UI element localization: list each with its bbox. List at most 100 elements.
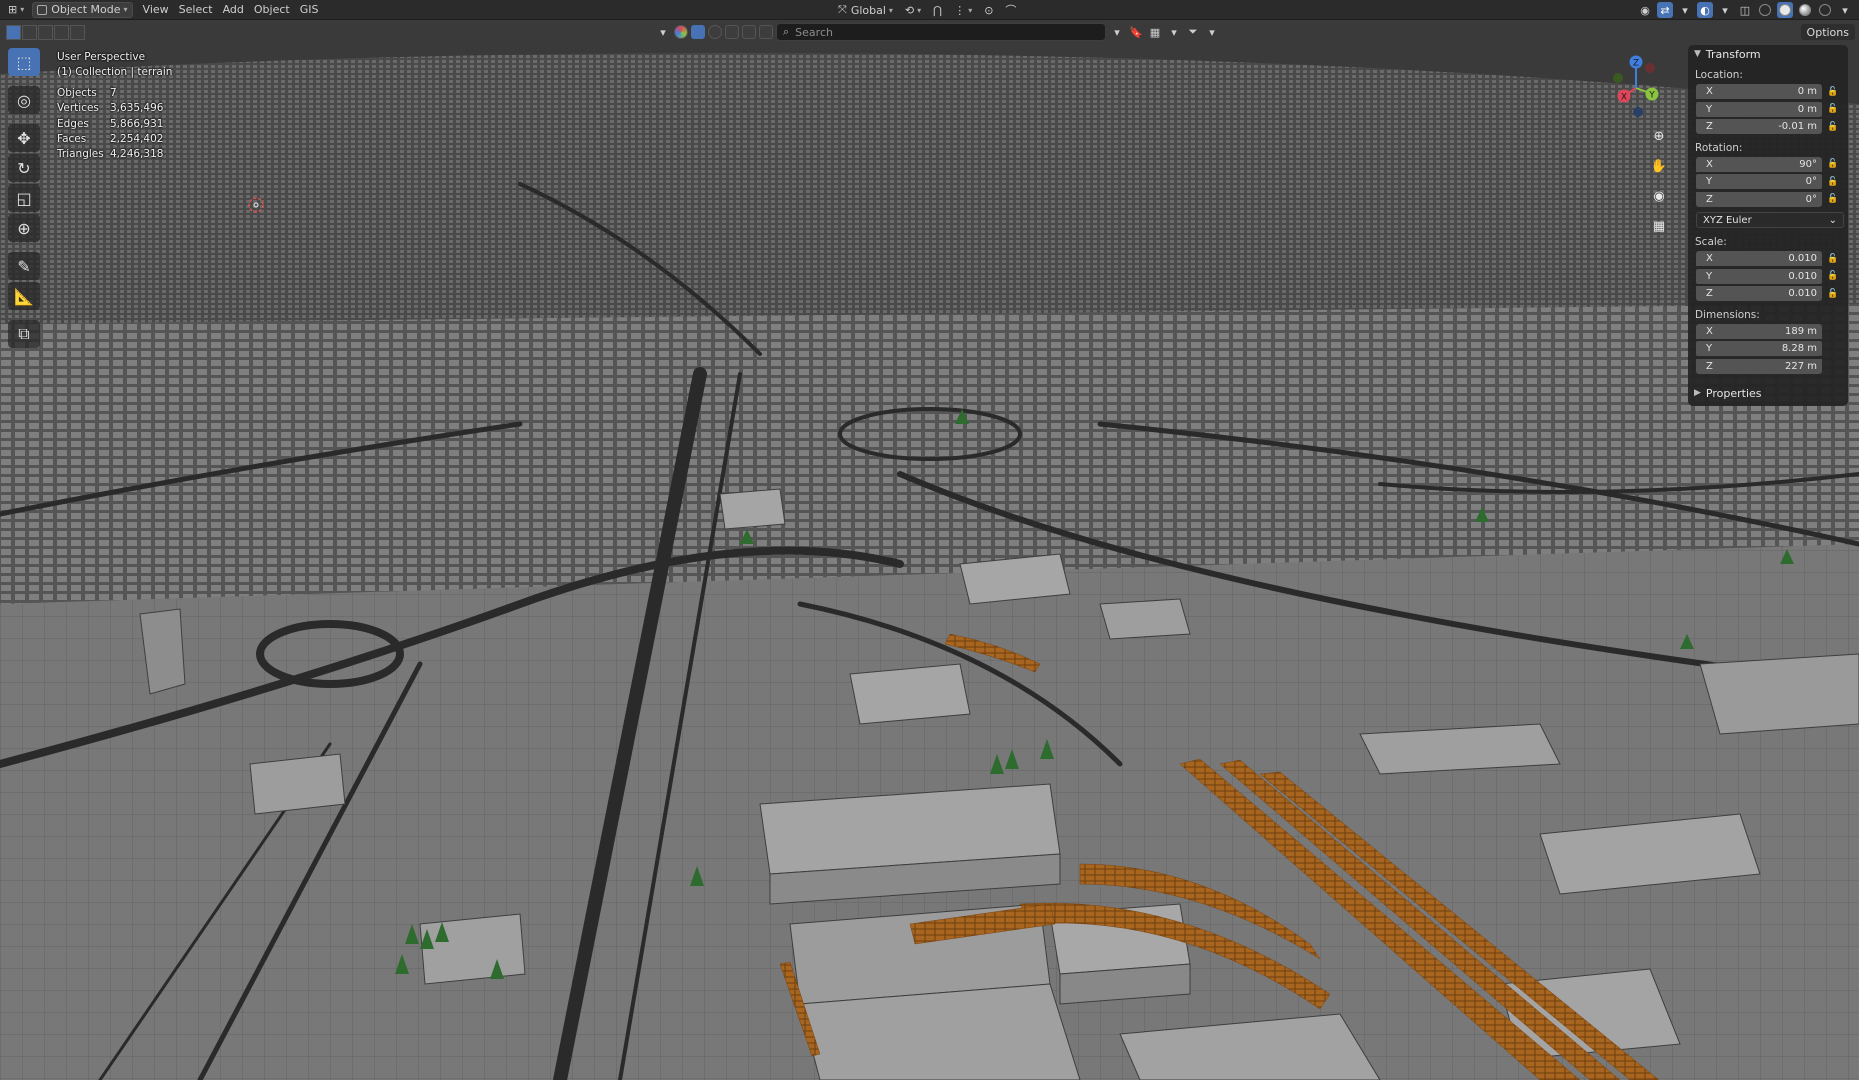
- snap-toggle[interactable]: ⋂: [929, 2, 946, 18]
- rotation-y-field[interactable]: Y 0°: [1696, 174, 1822, 190]
- gizmo-toggle-icon[interactable]: ⇄: [1657, 2, 1673, 18]
- select-subtract-mode-button[interactable]: [38, 24, 53, 40]
- menu-object[interactable]: Object: [254, 3, 290, 16]
- axis-label: X: [1706, 325, 1713, 337]
- gizmo-y-label: Y: [1648, 91, 1655, 101]
- scale-x-field[interactable]: X 0.010: [1696, 251, 1822, 267]
- select-new-mode-button[interactable]: [6, 24, 21, 40]
- rotate-icon: ↻: [17, 158, 31, 178]
- chevron-down-icon[interactable]: ▾: [1837, 2, 1853, 18]
- scale-label: Scale:: [1695, 236, 1727, 248]
- lock-icon[interactable]: 🔓: [1826, 87, 1840, 97]
- perspective-grid-icon[interactable]: ▦: [1648, 216, 1670, 236]
- falloff-dropdown[interactable]: ⌒: [1001, 2, 1020, 18]
- menu-view[interactable]: View: [143, 3, 169, 16]
- camera-filter-icon[interactable]: [759, 25, 773, 39]
- location-y-field[interactable]: Y 0 m: [1696, 101, 1822, 117]
- rotation-x-field[interactable]: X 90°: [1696, 156, 1822, 172]
- scale-tool[interactable]: ◱: [8, 184, 40, 212]
- rotation-z-row: Z 0° 🔓: [1688, 191, 1848, 209]
- menu-gis[interactable]: GIS: [300, 3, 319, 16]
- solid-shading-icon[interactable]: [1777, 2, 1793, 18]
- dimensions-z-field[interactable]: Z 227 m: [1696, 358, 1822, 374]
- orientation-label: Global: [850, 3, 886, 17]
- mode-dropdown[interactable]: Object Mode ▾: [32, 1, 133, 18]
- chevron-down-icon[interactable]: ▾: [1204, 24, 1220, 40]
- stat-value: 4,246,318: [110, 148, 164, 161]
- add-cube-tool[interactable]: ⧉: [8, 320, 40, 348]
- menu-select[interactable]: Select: [179, 3, 213, 16]
- options-button[interactable]: Options: [1800, 24, 1855, 40]
- rotation-mode-dropdown[interactable]: XYZ Euler ⌄: [1696, 212, 1844, 228]
- lock-icon[interactable]: 🔓: [1826, 254, 1840, 264]
- lock-icon[interactable]: 🔓: [1826, 104, 1840, 114]
- dimensions-y-field[interactable]: Y 8.28 m: [1696, 341, 1822, 357]
- select-invert-mode-button[interactable]: [54, 24, 69, 40]
- chevron-down-icon[interactable]: ▾: [1717, 2, 1733, 18]
- curve-filter-icon[interactable]: [725, 25, 739, 39]
- snap-target-dropdown[interactable]: ⋮ ▾: [950, 2, 976, 18]
- select-box-tool[interactable]: ⬚: [8, 48, 40, 76]
- object-filter-icon[interactable]: [691, 25, 705, 39]
- viewport-search-field[interactable]: ⌕ Search: [776, 23, 1106, 41]
- bookmark-icon[interactable]: 🔖: [1128, 24, 1144, 40]
- mesh-filter-icon[interactable]: [708, 25, 722, 39]
- pivot-point-dropdown[interactable]: ⟲ ▾: [901, 2, 925, 18]
- pivot-icon: ⟲: [904, 3, 915, 17]
- lock-icon[interactable]: 🔓: [1826, 159, 1840, 169]
- display-mode-icon[interactable]: ▦: [1147, 24, 1163, 40]
- pan-hand-icon[interactable]: ✋: [1648, 156, 1670, 176]
- xray-toggle-icon[interactable]: ◫: [1737, 2, 1753, 18]
- field-value: 0.010: [1788, 288, 1817, 300]
- light-filter-icon[interactable]: [742, 25, 756, 39]
- overlays-toggle-icon[interactable]: ◐: [1697, 2, 1713, 18]
- zoom-icon[interactable]: ⊕: [1648, 126, 1670, 146]
- select-extend-mode-button[interactable]: [22, 24, 37, 40]
- scale-z-field[interactable]: Z 0.010: [1696, 286, 1822, 302]
- transform-section-header[interactable]: ▼ Transform: [1688, 45, 1848, 63]
- move-tool[interactable]: ✥: [8, 124, 40, 152]
- measure-tool[interactable]: 📐: [8, 282, 40, 310]
- navigation-gizmo[interactable]: X Y Z: [1600, 52, 1672, 124]
- lock-icon[interactable]: 🔓: [1826, 194, 1840, 204]
- transform-orientation-dropdown[interactable]: ⤧ Global ▾: [834, 2, 897, 18]
- field-value: 0 m: [1797, 103, 1817, 115]
- editor-type-button[interactable]: ⊞ ▾: [4, 2, 28, 18]
- menu-add[interactable]: Add: [223, 3, 244, 16]
- lock-icon[interactable]: 🔓: [1826, 177, 1840, 187]
- 3d-viewport[interactable]: [0, 44, 1859, 1080]
- annotate-tool[interactable]: ✎: [8, 252, 40, 280]
- dimensions-x-row: X 189 m: [1688, 323, 1848, 341]
- chevron-down-icon[interactable]: ▾: [1109, 24, 1125, 40]
- visibility-icon[interactable]: ◉: [1637, 2, 1653, 18]
- chevron-down-icon: ▾: [917, 5, 922, 15]
- chevron-down-icon: ▾: [20, 5, 25, 14]
- wireframe-shading-icon[interactable]: [1757, 2, 1773, 18]
- scale-y-field[interactable]: Y 0.010: [1696, 268, 1822, 284]
- header-right-tools: ◉ ⇄ ▾ ◐ ▾ ◫ ▾: [1637, 2, 1853, 18]
- rendered-shading-icon[interactable]: [1817, 2, 1833, 18]
- rotate-tool[interactable]: ↻: [8, 154, 40, 182]
- chevron-down-icon[interactable]: ▾: [655, 24, 671, 40]
- location-z-field[interactable]: Z -0.01 m: [1696, 119, 1822, 135]
- properties-section-header[interactable]: ▶ Properties: [1688, 384, 1848, 402]
- cursor-tool[interactable]: ◎: [8, 86, 40, 114]
- location-x-field[interactable]: X 0 m: [1696, 84, 1822, 100]
- filter-icon[interactable]: ⏷: [1185, 24, 1201, 40]
- lock-icon[interactable]: 🔓: [1826, 271, 1840, 281]
- proportional-editing-toggle[interactable]: ⊙: [980, 2, 997, 18]
- transform-tool[interactable]: ⊕: [8, 214, 40, 242]
- lock-icon[interactable]: 🔓: [1826, 289, 1840, 299]
- select-intersect-mode-button[interactable]: [70, 24, 85, 40]
- rotation-z-field[interactable]: Z 0°: [1696, 191, 1822, 207]
- material-shading-icon[interactable]: [1797, 2, 1813, 18]
- chevron-down-icon[interactable]: ▾: [1166, 24, 1182, 40]
- dimensions-x-field[interactable]: X 189 m: [1696, 323, 1822, 339]
- field-value: 0.010: [1788, 270, 1817, 282]
- chevron-down-icon[interactable]: ▾: [1677, 2, 1693, 18]
- camera-view-icon[interactable]: ◉: [1648, 186, 1670, 206]
- collection-label: (1) Collection | terrain: [57, 66, 173, 78]
- axis-label: Y: [1706, 343, 1713, 355]
- lock-icon[interactable]: 🔓: [1826, 122, 1840, 132]
- color-picker-icon[interactable]: [674, 25, 688, 39]
